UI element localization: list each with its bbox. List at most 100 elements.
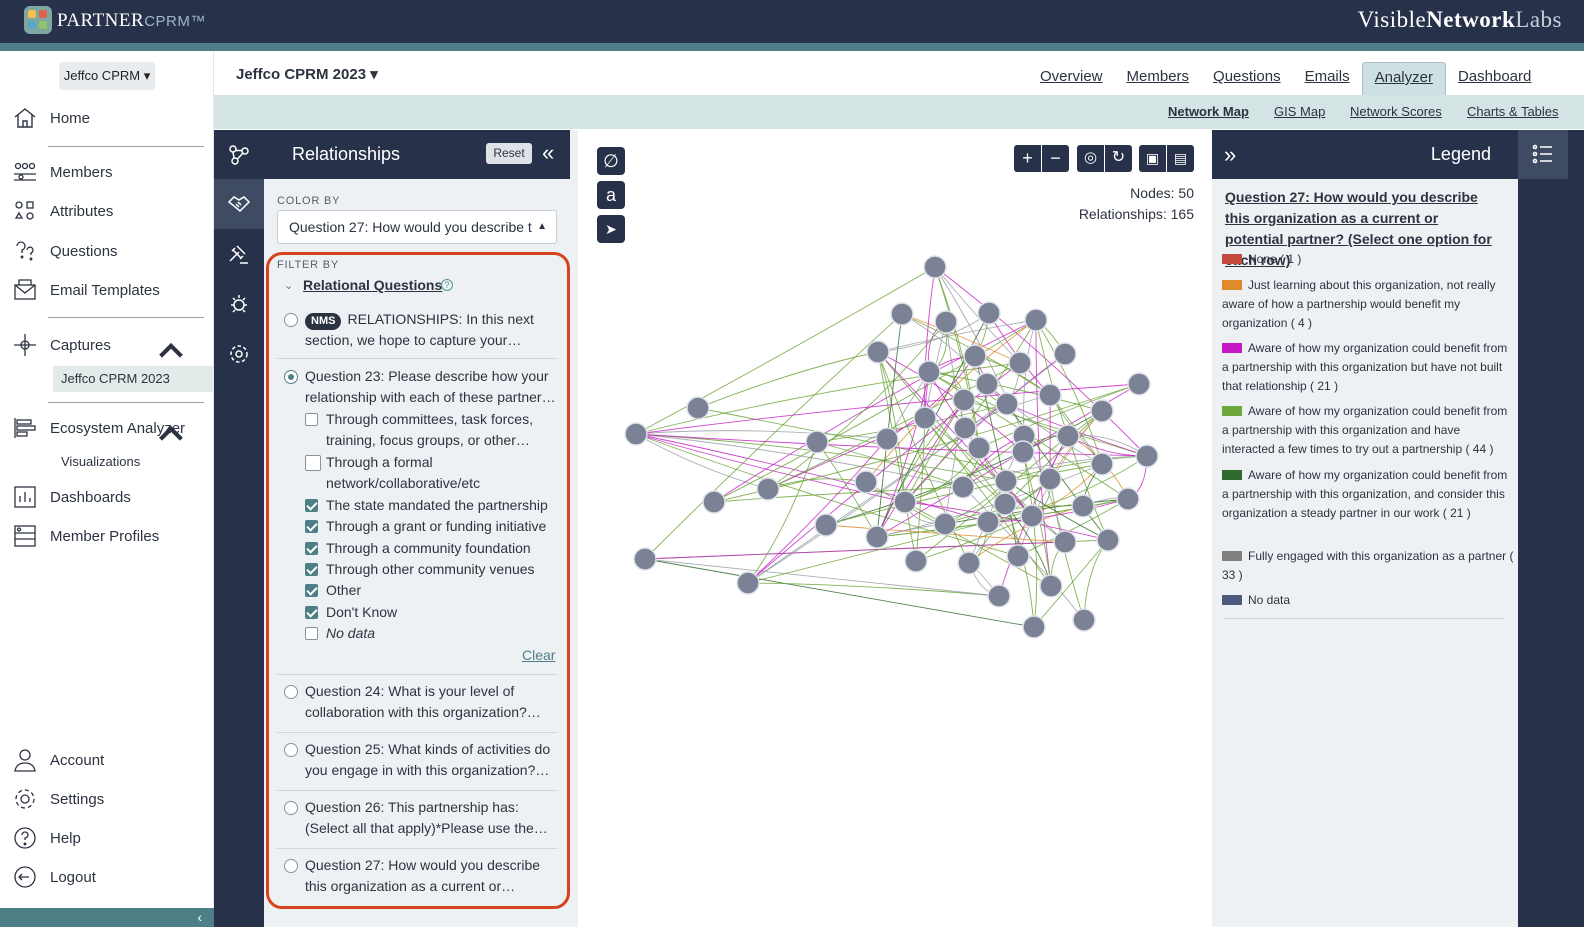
filter-option[interactable]: No data — [305, 623, 555, 644]
network-node[interactable] — [1022, 615, 1046, 639]
tab-dashboard[interactable]: Dashboard — [1446, 62, 1543, 96]
insights-tool-button[interactable] — [214, 279, 264, 329]
tab-overview[interactable]: Overview — [1028, 62, 1115, 96]
network-node[interactable] — [1020, 504, 1044, 528]
network-node[interactable] — [952, 388, 976, 412]
network-node[interactable] — [1053, 342, 1077, 366]
radio-button[interactable] — [284, 743, 298, 757]
network-node[interactable] — [814, 513, 838, 537]
network-node[interactable] — [1127, 372, 1151, 396]
reset-button[interactable]: Reset — [486, 143, 532, 164]
network-node[interactable] — [953, 416, 977, 440]
network-node[interactable] — [702, 490, 726, 514]
sidebar-item-help[interactable]: Help — [12, 823, 212, 853]
sidebar-item-attributes[interactable]: Attributes — [12, 196, 212, 226]
filter-option[interactable]: Through a community foundation — [305, 538, 555, 559]
checkbox[interactable] — [305, 413, 318, 426]
network-node[interactable] — [1053, 530, 1077, 554]
sidebar-item-logout[interactable]: Logout — [12, 862, 212, 892]
radio-button[interactable] — [284, 370, 298, 384]
filter-option[interactable]: Through committees, task forces, trainin… — [305, 409, 555, 451]
sidebar-item-members[interactable]: Members — [12, 157, 212, 187]
no-filter-tool[interactable]: ∅ — [597, 147, 625, 175]
question-radio-27[interactable]: Question 27: How would you describe this… — [284, 855, 559, 897]
network-node[interactable] — [890, 302, 914, 326]
network-node[interactable] — [917, 360, 941, 384]
workspace-dropdown[interactable]: Jeffco CPRM ▾ — [59, 62, 155, 90]
question-radio-26[interactable]: Question 26: This partnership has: (Sele… — [284, 797, 559, 839]
network-node[interactable] — [923, 255, 947, 279]
refresh-layout-button[interactable]: ↻ — [1105, 145, 1132, 172]
filter-option[interactable]: Through a formal network/collaborative/e… — [305, 452, 555, 494]
network-node[interactable] — [893, 490, 917, 514]
sidebar-collapse-button[interactable]: ‹ — [0, 908, 214, 927]
tab-analyzer[interactable]: Analyzer — [1361, 62, 1446, 96]
network-node[interactable] — [866, 340, 890, 364]
network-node[interactable] — [736, 571, 760, 595]
filter-option[interactable]: The state mandated the partnership — [305, 495, 555, 516]
network-node[interactable] — [933, 512, 957, 536]
checkbox[interactable] — [305, 499, 318, 512]
zoom-in-button[interactable]: + — [1014, 145, 1041, 172]
network-node[interactable] — [987, 584, 1011, 608]
network-node[interactable] — [951, 475, 975, 499]
network-node[interactable] — [1024, 308, 1048, 332]
network-node[interactable] — [1072, 608, 1096, 632]
network-map-canvas[interactable]: ∅ a ➤ + − ◎ ↻ ▣ ▤ Nodes: 50 Relationship… — [578, 130, 1212, 927]
network-node[interactable] — [913, 406, 937, 430]
chevron-up-icon[interactable] — [158, 421, 184, 447]
relational-questions-toggle[interactable]: Relational Questions — [303, 277, 442, 293]
settings-tool-button[interactable] — [214, 329, 264, 379]
network-node[interactable] — [994, 469, 1018, 493]
checkbox[interactable] — [305, 520, 318, 533]
select-arrow-tool[interactable]: ➤ — [597, 215, 625, 243]
filter-tool-button[interactable] — [214, 229, 264, 279]
question-radio-25[interactable]: Question 25: What kinds of activities do… — [284, 739, 559, 781]
sidebar-item-settings[interactable]: Settings — [12, 784, 212, 814]
network-node[interactable] — [1039, 574, 1063, 598]
checkbox[interactable] — [305, 627, 318, 640]
filter-option[interactable]: Through a grant or funding initiative — [305, 516, 555, 537]
collapse-panel-icon[interactable]: « — [542, 140, 554, 166]
checkbox[interactable] — [305, 584, 318, 597]
network-node[interactable] — [1006, 544, 1030, 568]
panel-splitter[interactable] — [570, 130, 578, 927]
sidebar-item-questions[interactable]: Questions — [12, 236, 212, 266]
network-node[interactable] — [1008, 351, 1032, 375]
filter-option[interactable]: Don't Know — [305, 602, 555, 623]
network-node[interactable] — [975, 372, 999, 396]
network-node[interactable] — [805, 430, 829, 454]
network-node[interactable] — [875, 427, 899, 451]
screenshot-button[interactable]: ▣ — [1139, 145, 1166, 172]
network-node[interactable] — [993, 492, 1017, 516]
network-node[interactable] — [1011, 440, 1035, 464]
network-node[interactable] — [967, 436, 991, 460]
filter-option[interactable]: Other — [305, 580, 555, 601]
sidebar-item-captures[interactable]: Captures — [12, 330, 212, 360]
radio-button[interactable] — [284, 859, 298, 873]
network-node[interactable] — [1090, 399, 1114, 423]
sidebar-item-account[interactable]: Account — [12, 745, 212, 775]
network-node[interactable] — [1071, 494, 1095, 518]
subtab-network-map[interactable]: Network Map — [1168, 104, 1249, 119]
network-node[interactable] — [624, 422, 648, 446]
partner-logo-icon[interactable] — [24, 6, 52, 34]
sidebar-item-home[interactable]: Home — [12, 103, 212, 133]
expand-legend-icon[interactable]: » — [1224, 142, 1236, 168]
filter-option[interactable]: Through other community venues — [305, 559, 555, 580]
network-node[interactable] — [1038, 467, 1062, 491]
network-node[interactable] — [1090, 452, 1114, 476]
network-node[interactable] — [1096, 528, 1120, 552]
network-node[interactable] — [957, 551, 981, 575]
chevron-down-icon[interactable]: ⌄ — [284, 279, 293, 292]
network-node[interactable] — [995, 392, 1019, 416]
legend-toggle-button[interactable] — [1518, 130, 1568, 179]
sidebar-subitem-visualizations[interactable]: Visualizations — [61, 454, 140, 469]
question-radio-23[interactable]: Question 23: Please describe how your re… — [284, 366, 559, 408]
center-map-button[interactable]: ◎ — [1077, 145, 1104, 172]
checkbox[interactable] — [305, 542, 318, 555]
label-tool[interactable]: a — [597, 181, 625, 209]
network-node[interactable] — [686, 396, 710, 420]
network-node[interactable] — [854, 470, 878, 494]
question-radio-relationships[interactable]: NMS RELATIONSHIPS: In this next section, … — [284, 309, 559, 351]
